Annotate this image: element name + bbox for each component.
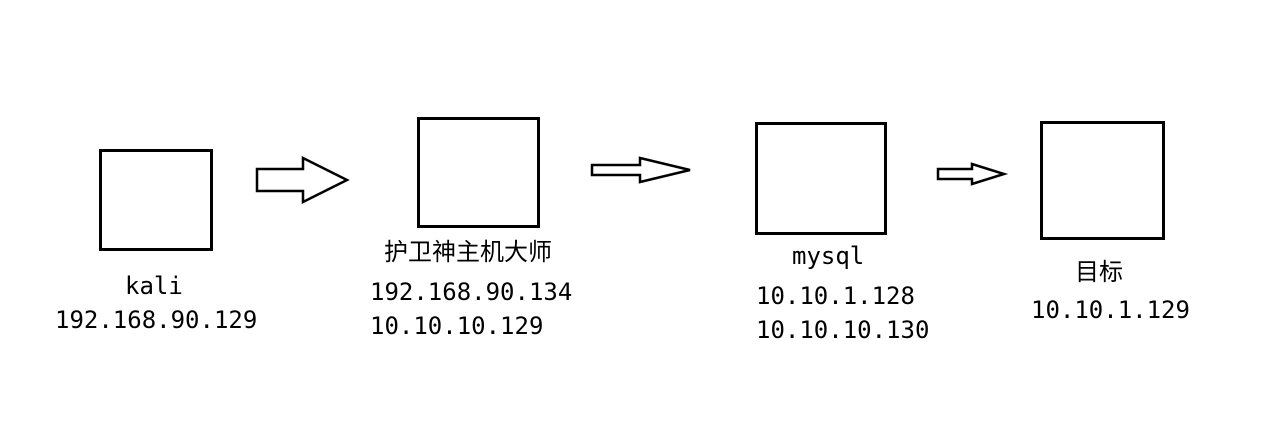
arrow-host-master-to-mysql [590,156,691,184]
node-mysql-name: mysql [792,242,865,270]
node-kali-box [99,149,213,251]
node-target-ip-1: 10.10.1.129 [1031,296,1190,324]
node-host-master-box [417,117,540,228]
node-mysql-ip-2: 10.10.10.130 [756,316,930,344]
node-host-master-name: 护卫神主机大师 [384,238,552,266]
arrow-kali-to-host-master [255,155,350,205]
node-kali-ip-1: 192.168.90.129 [55,306,258,334]
arrow-mysql-to-target [936,162,1009,186]
node-target-name: 目标 [1075,258,1123,286]
node-host-master-ip-2: 10.10.10.129 [370,312,544,340]
node-mysql-box [755,122,887,235]
node-target-box [1040,121,1165,240]
node-host-master-ip-1: 192.168.90.134 [370,278,573,306]
node-mysql-ip-1: 10.10.1.128 [756,282,915,310]
node-kali-name: kali [125,272,183,300]
